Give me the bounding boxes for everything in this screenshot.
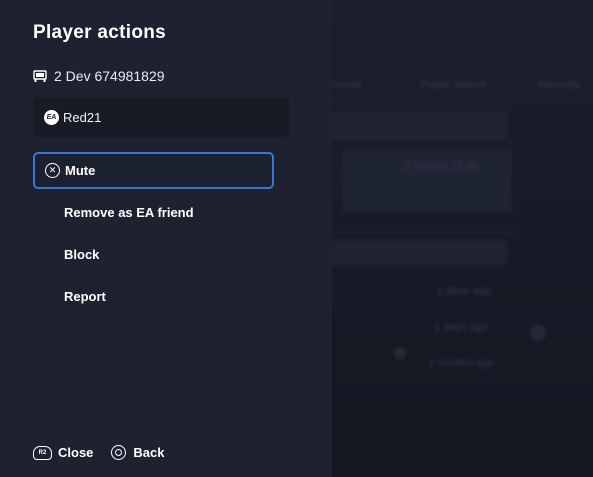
back-label: Back — [133, 445, 165, 460]
bg-avatar-dot — [530, 325, 546, 341]
back-button[interactable]: Back — [111, 445, 164, 460]
circle-button-icon — [111, 445, 127, 460]
report-button[interactable]: Report — [33, 278, 274, 315]
bg-avatar-dot-2 — [394, 347, 406, 359]
platform-label: 2 Dev 674981829 — [54, 68, 165, 84]
bg-divider-2 — [332, 232, 517, 233]
ea-logo-icon: EA — [44, 109, 59, 125]
block-button[interactable]: Block — [33, 236, 274, 273]
player-actions-panel: Player actions 2 Dev 674981829 EA Red21 … — [0, 0, 332, 477]
mute-label: Mute — [65, 163, 96, 178]
screen: ments Player search Recently 2 Guests 12… — [0, 0, 593, 477]
report-label: Report — [64, 289, 106, 304]
remove-friend-button[interactable]: Remove as EA friend — [33, 194, 274, 231]
username: Red21 — [63, 109, 102, 125]
platform-row: 2 Dev 674981829 — [33, 68, 165, 84]
user-card: EA Red21 — [33, 97, 289, 137]
bg-time-1: 1 days ago — [437, 285, 491, 297]
bg-divider — [332, 101, 593, 102]
x-circle-icon: ✕ — [45, 163, 60, 178]
footer-controls: R2 Close Back — [33, 445, 182, 460]
bg-notice-text: 2 Guests 12 on — [404, 160, 479, 172]
remove-friend-label: Remove as EA friend — [64, 205, 194, 220]
bg-row-block — [332, 112, 507, 140]
panel-title: Player actions — [33, 22, 167, 43]
bg-tab-player-search: Player search — [420, 79, 488, 91]
bg-time-3: 1 months ago — [428, 357, 495, 369]
bg-row-block-2 — [332, 240, 507, 266]
bg-time-2: 1 days ago — [434, 321, 488, 333]
close-label: Close — [58, 445, 94, 460]
car-console-icon — [33, 69, 47, 82]
bg-tab-recently: Recently — [537, 79, 580, 91]
block-label: Block — [64, 247, 100, 262]
mute-button[interactable]: ✕ Mute — [33, 152, 274, 189]
r2-button-icon: R2 — [33, 445, 52, 460]
bg-tab-friends: ments — [332, 79, 362, 91]
close-button[interactable]: R2 Close — [33, 445, 93, 460]
background-blur-layer: ments Player search Recently 2 Guests 12… — [332, 0, 593, 477]
background-content: ments Player search Recently 2 Guests 12… — [332, 0, 593, 477]
